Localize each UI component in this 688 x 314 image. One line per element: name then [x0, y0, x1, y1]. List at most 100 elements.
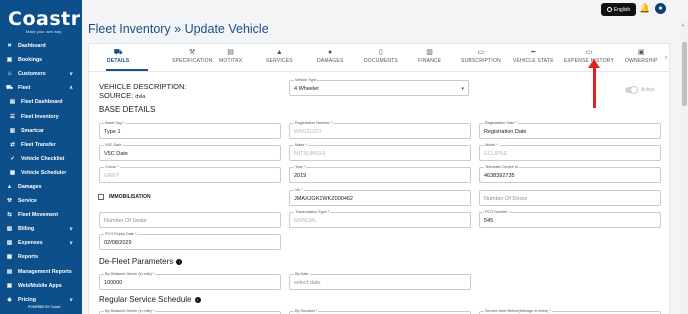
- dashboard-icon: ⌗: [7, 42, 12, 49]
- sidebar-item-reports[interactable]: ▩ Reports: [0, 250, 82, 264]
- year-field[interactable]: Year * 2019: [289, 165, 471, 183]
- immobilisation-checkbox[interactable]: [98, 194, 104, 200]
- tab-subscription[interactable]: ▭ SUBSCRIPTION: [461, 48, 501, 70]
- sidebar-item-damages[interactable]: ▲ Damages: [0, 180, 82, 194]
- scroll-up-icon[interactable]: ▴: [682, 22, 684, 27]
- tab-documents[interactable]: ▯ DOCUMENTS: [364, 48, 398, 70]
- asset-tag-field[interactable]: Asset Tag * Type 1: [99, 121, 281, 139]
- brand-logo[interactable]: Coastr Make your own way.: [8, 10, 80, 35]
- sidebar-item-customers[interactable]: ☺ Customers ∨: [0, 67, 82, 81]
- user-avatar-icon[interactable]: ●: [655, 3, 666, 14]
- sidebar-item-label: Pricing: [18, 296, 36, 303]
- sidebar-item-web-mobile-apps[interactable]: ▣ Web/Mobile Apps: [0, 279, 82, 293]
- tab-damages[interactable]: ● DAMAGES: [317, 48, 343, 70]
- defleet-date-field[interactable]: By Date select date: [289, 272, 471, 290]
- telematic-device-id-label: Telematic Device Id: [484, 165, 519, 169]
- tab-label: VEHICLE STATE: [513, 58, 554, 64]
- language-label: English: [613, 6, 631, 13]
- transmission-type-field[interactable]: Transmission Type * MANUAL: [289, 210, 471, 228]
- pco-number-value: 545: [484, 218, 494, 224]
- sidebar-item-fleet-inventory[interactable]: ☰ Fleet Inventory: [0, 109, 82, 123]
- sidebar-item-vehicle-scheduler[interactable]: ▦ Vehicle Scheduler: [0, 166, 82, 180]
- sidebar-item-expenses[interactable]: ▨ Expenses ∨: [0, 236, 82, 250]
- language-button[interactable]: English: [601, 3, 636, 16]
- powered-by: POWERED BY Coastr: [28, 305, 61, 309]
- model-label: Model *: [484, 143, 499, 147]
- sidebar-item-fleet-transfer[interactable]: ⇄ Fleet Transfer: [0, 138, 82, 152]
- registration-date-field[interactable]: Registration Date * Registration Date: [479, 121, 661, 139]
- pco-number-field[interactable]: PCO Number 545: [479, 210, 661, 228]
- sidebar-item-dashboard[interactable]: ⌗ Dashboard: [0, 39, 82, 53]
- tab-mot-tax[interactable]: ▤ MOT/TAX: [219, 48, 242, 70]
- pco-expiry-date-field[interactable]: PCO Expiry Date * 02/08/2029: [99, 232, 281, 250]
- bell-icon[interactable]: 🔔: [639, 3, 650, 15]
- active-toggle[interactable]: [625, 86, 638, 94]
- registration-date-value: Registration Date: [484, 129, 527, 135]
- tab-label: MOT/TAX: [219, 58, 243, 64]
- expenses-icon: ▨: [6, 240, 13, 247]
- fleet-movement-icon: ⇆: [7, 212, 12, 219]
- vin-field[interactable]: Vin * JMAXJGK1WKZ000462: [289, 188, 471, 206]
- tabs-next-icon[interactable]: ›: [665, 55, 667, 61]
- v5c-date-field[interactable]: V5C Date V5C Date: [99, 143, 281, 161]
- info-icon[interactable]: i: [176, 259, 183, 265]
- vehicle-type-value: 4 Wheeler: [294, 86, 320, 92]
- tab-label: SERVICES: [266, 58, 293, 64]
- sidebar-item-smartcar[interactable]: ▥ Smartcar: [0, 124, 82, 138]
- sidebar-item-billing[interactable]: ▧ Billing ∨: [0, 222, 82, 236]
- chevron-icon[interactable]: ∧: [69, 85, 73, 91]
- sidebar-item-label: Fleet Dashboard: [21, 99, 63, 106]
- number-of-doors-field[interactable]: Number Of Doors: [479, 190, 661, 206]
- details-tab-icon: ⛟: [113, 49, 123, 56]
- sidebar-item-service[interactable]: ⚒ Service: [0, 194, 82, 208]
- telematic-device-id-field[interactable]: Telematic Device Id 4638392735: [479, 165, 661, 183]
- make-label: Make *: [294, 143, 308, 147]
- chevron-icon[interactable]: ∨: [69, 71, 73, 77]
- tab-finance[interactable]: ▥ FINANCE: [418, 48, 441, 70]
- make-field[interactable]: Make * MITSUBISHI: [289, 143, 471, 161]
- tab-vehicle-state[interactable]: ━ VEHICLE STATE: [513, 48, 554, 70]
- immobilisation-label: IMMOBILISATION: [109, 194, 151, 200]
- scrollbar-thumb[interactable]: [682, 42, 687, 106]
- info-icon[interactable]: i: [194, 297, 201, 303]
- chevron-icon[interactable]: ∨: [69, 240, 73, 246]
- year-value: 2019: [294, 173, 307, 179]
- sidebar-item-label: Smartcar: [21, 127, 44, 134]
- chevron-icon[interactable]: ∨: [69, 226, 73, 232]
- tab-label: DOCUMENTS: [364, 58, 399, 64]
- tab-specification[interactable]: ⚒ SPECIFICATION: [172, 48, 213, 70]
- model-field[interactable]: Model * ECLIPSE: [479, 143, 661, 161]
- number-of-seats-field[interactable]: Number Of Seats: [99, 212, 281, 228]
- asset-tag-value: Type 1: [104, 129, 121, 135]
- defleet-date-value: select date: [294, 280, 321, 286]
- sidebar-item-management-reports[interactable]: ▤ Management Reports: [0, 265, 82, 279]
- sidebar-item-bookings[interactable]: ▣ Bookings: [0, 53, 82, 67]
- tab-services[interactable]: ▲ SERVICES: [266, 48, 293, 70]
- sidebar-item-fleet-movement[interactable]: ⇆ Fleet Movement: [0, 208, 82, 222]
- fleet-inventory-icon: ☰: [10, 113, 15, 120]
- colour-field[interactable]: Colour * GREY: [99, 165, 281, 183]
- sidebar-item-fleet-dashboard[interactable]: ▤ Fleet Dashboard: [0, 95, 82, 109]
- defleet-distance-field[interactable]: By Distance Driven (in mile) * 100000: [99, 272, 281, 290]
- annotation-arrow: [593, 64, 596, 108]
- billing-icon: ▧: [6, 226, 13, 233]
- sidebar-item-fleet[interactable]: ⛟ Fleet ∧: [0, 81, 82, 95]
- fleet-dashboard-icon: ▤: [9, 99, 16, 106]
- sidebar-item-label: Fleet: [18, 85, 31, 92]
- vehicle-type-select[interactable]: Vehicle Type 4 Wheeler ▾: [289, 78, 469, 96]
- number-of-seats-placeholder: Number Of Seats: [104, 218, 147, 224]
- vehicle-description-label: VEHICLE DESCRIPTION:: [99, 82, 187, 91]
- tab-ownership[interactable]: ▣ OWNERSHIP: [625, 48, 658, 70]
- tab-label: DAMAGES: [317, 58, 344, 64]
- asset-tag-label: Asset Tag *: [104, 121, 126, 125]
- damages-icon: ▲: [6, 183, 13, 190]
- sidebar-item-vehicle-checklist[interactable]: ✓ Vehicle Checklist: [0, 152, 82, 166]
- globe-icon: [606, 7, 612, 12]
- chevron-icon[interactable]: ∨: [69, 297, 73, 303]
- sidebar-item-label: Bookings: [18, 57, 43, 64]
- tab-details[interactable]: ⛟ DETAILS: [107, 48, 129, 70]
- colour-label: Colour *: [104, 165, 120, 169]
- web-mobile-apps-icon: ▣: [6, 282, 13, 289]
- registration-number-field[interactable]: Registration Number * WM15UZD: [289, 121, 471, 139]
- page-scrollbar[interactable]: ▴: [681, 20, 688, 314]
